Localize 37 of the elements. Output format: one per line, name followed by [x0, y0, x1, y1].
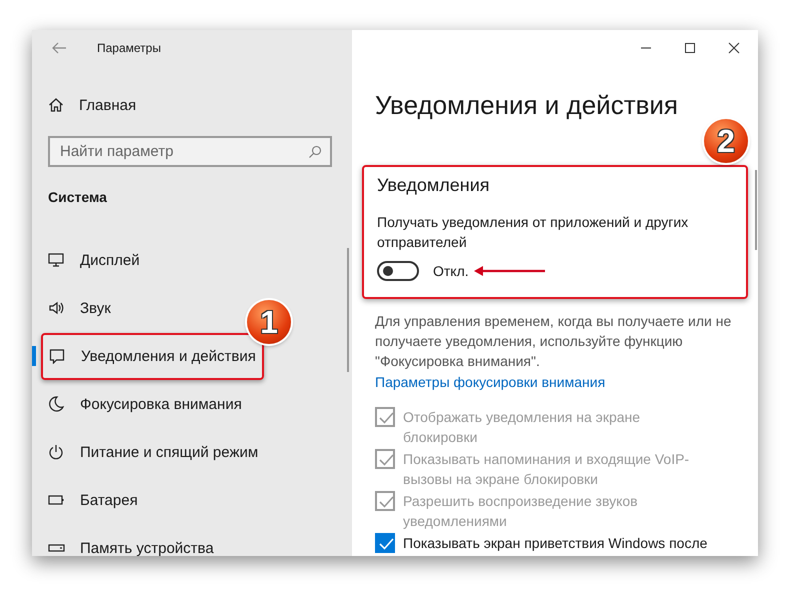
checkbox-label: Отображать уведомления на экране блокировки [403, 408, 642, 447]
speaker-icon [48, 300, 65, 316]
info-text: Для управления временем, когда вы получаете или не получаете уведомления, используйте функцию "Фокусировка внимания". [375, 312, 732, 371]
close-icon[interactable] [728, 42, 740, 54]
checkbox-label: Показывать экран приветствия Windows после [403, 534, 708, 553]
number-badge: 1 [247, 300, 291, 344]
crescent-moon-icon [48, 396, 65, 412]
home-nav-item[interactable]: Главная [48, 93, 352, 117]
power-icon [48, 444, 65, 460]
checkbox-label: Разрешить воспроизведение звуков уведомлениями [403, 492, 639, 531]
section-title: Уведомления [377, 175, 491, 196]
scrollbar[interactable] [347, 248, 349, 372]
search-field[interactable]: Найти параметр [48, 136, 332, 167]
speech-bubble-icon [49, 348, 66, 364]
setting-description: Получать уведомления от приложений и других отправителей [377, 213, 690, 252]
nav-item[interactable]: Питание и спящий режим [48, 430, 264, 474]
toggle-label: Откл. [433, 263, 469, 279]
nav-item[interactable]: Фокусировка внимания [48, 382, 248, 426]
back-arrow-icon[interactable] [51, 41, 67, 55]
maximize-icon[interactable] [684, 42, 696, 54]
monitor-icon [48, 252, 65, 268]
toggle-switch[interactable] [377, 261, 419, 281]
checkbox-label: Показывать напоминания и входящие VoIP-вызовы на экране блокировки [403, 450, 690, 489]
nav-item[interactable]: Дисплей [48, 238, 146, 282]
nav-item[interactable]: Батарея [48, 478, 144, 522]
section-heading: Система [48, 189, 108, 207]
number-badge: 2 [704, 119, 748, 163]
nav-item[interactable]: Звук [48, 286, 117, 330]
window-title: Параметры [97, 41, 161, 55]
nav-item[interactable]: Память устройства [48, 526, 220, 556]
nav-item[interactable]: Уведомления и действия [41, 332, 264, 380]
page-heading: Уведомления и действия [375, 89, 680, 122]
scrollbar[interactable] [755, 170, 757, 250]
checkbox[interactable] [375, 533, 395, 553]
house-icon [48, 97, 64, 113]
focus-settings-link[interactable]: Параметры фокусировки внимания [375, 372, 606, 392]
search-icon [308, 145, 322, 159]
